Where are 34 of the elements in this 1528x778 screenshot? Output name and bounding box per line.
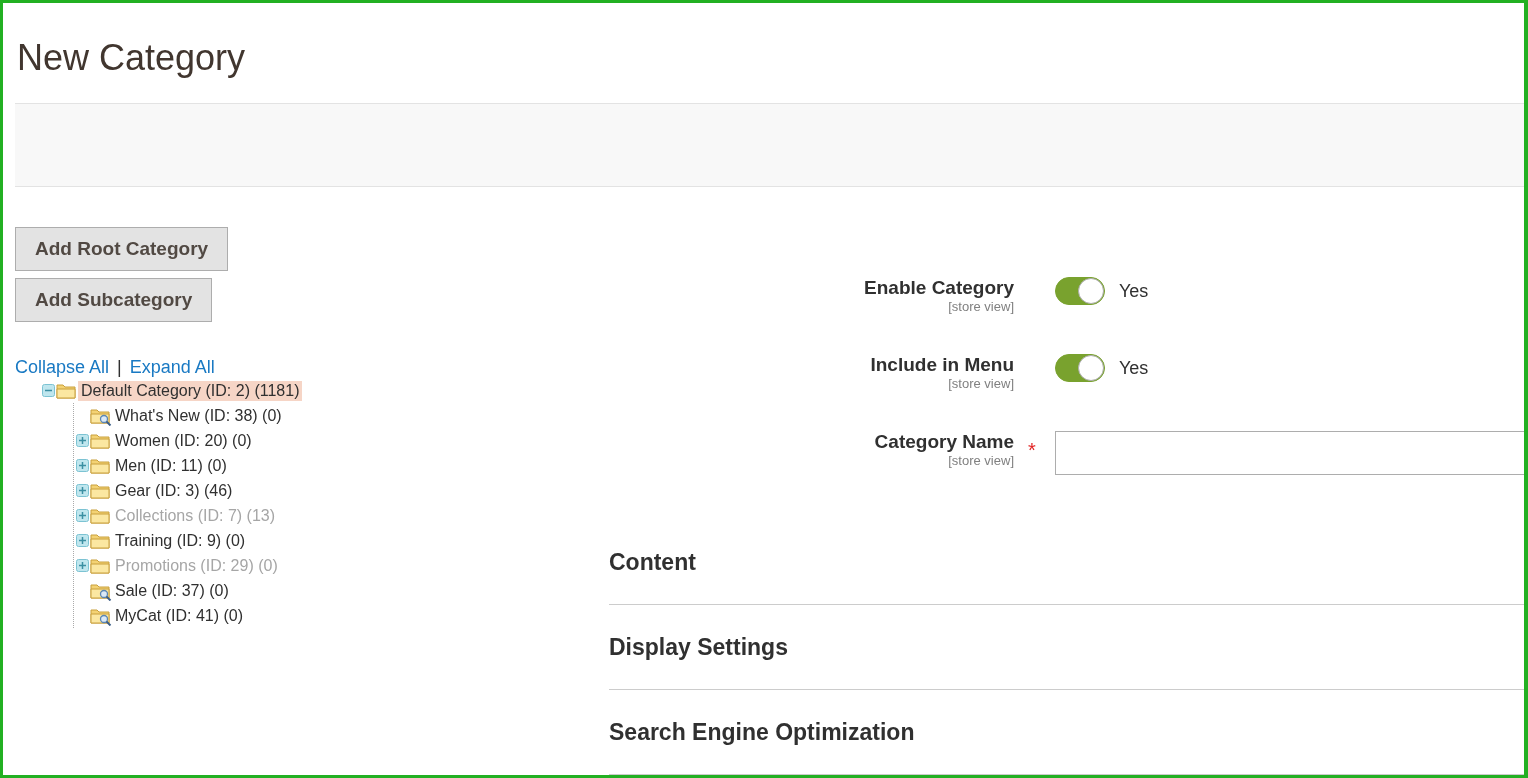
add-category-button[interactable]: Add Root Category [15, 227, 229, 271]
field-label: Include in Menu [870, 354, 1014, 376]
tree-item[interactable]: Women (ID: 20) (0) [112, 430, 255, 451]
tree-item[interactable]: Men (ID: 11) (0) [112, 455, 230, 476]
link-separator: | [117, 357, 122, 378]
field-label: Enable Category [864, 277, 1014, 299]
tree-link[interactable]: Expand All [129, 357, 215, 378]
tree-item[interactable]: What's New (ID: 38) (0) [112, 405, 285, 426]
page-title: New Category [17, 37, 247, 80]
tree-item[interactable]: MyCat (ID: 41) (0) [112, 605, 246, 626]
tree-item[interactable]: Gear (ID: 3) (46) [112, 480, 236, 501]
section-header[interactable]: Display Settings [609, 605, 1524, 690]
section-header[interactable]: Content [609, 520, 1524, 605]
add-category-button[interactable]: Add Subcategory [15, 278, 213, 322]
expand-icon[interactable] [75, 534, 89, 547]
tree-link[interactable]: Collapse All [15, 357, 110, 378]
toggle-value: Yes [1119, 280, 1149, 302]
field-label: Category Name [874, 431, 1014, 453]
section-header[interactable]: Search Engine Optimization [609, 690, 1524, 775]
toggle-switch[interactable] [1055, 277, 1105, 305]
scope-label: [store view] [948, 376, 1014, 391]
collapse-icon[interactable] [41, 384, 55, 397]
expand-icon[interactable] [75, 434, 89, 447]
expand-icon[interactable] [75, 484, 89, 497]
tree-item[interactable]: Training (ID: 9) (0) [112, 530, 249, 551]
required-mark: * [1027, 438, 1037, 462]
tree-item[interactable]: Sale (ID: 37) (0) [112, 580, 232, 601]
toggle-value: Yes [1119, 357, 1149, 379]
scope-label: [store view] [948, 453, 1014, 468]
category-name-input[interactable] [1055, 431, 1524, 475]
scope-label: [store view] [948, 299, 1014, 314]
tree-item[interactable]: Default Category (ID: 2) (1181) [78, 380, 303, 401]
toggle-switch[interactable] [1055, 354, 1105, 382]
expand-icon[interactable] [75, 459, 89, 472]
